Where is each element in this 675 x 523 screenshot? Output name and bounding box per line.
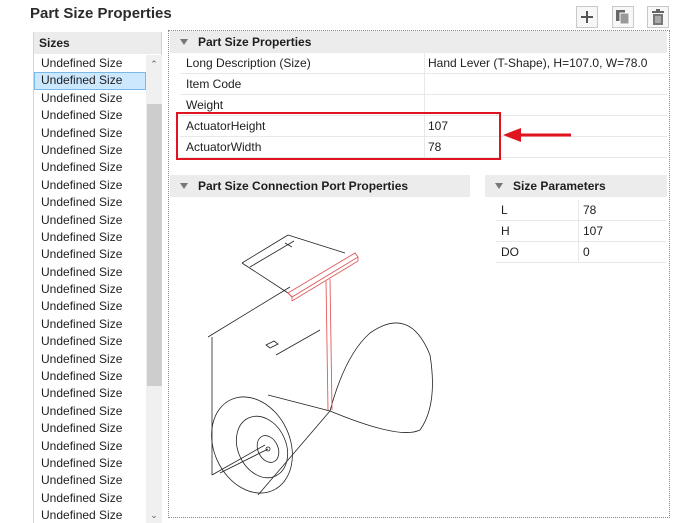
- add-size-button[interactable]: [576, 6, 598, 28]
- sizes-list-item[interactable]: Undefined Size: [34, 507, 146, 523]
- parameter-value[interactable]: 0: [579, 242, 666, 262]
- copy-icon: [616, 10, 630, 25]
- sizes-panel: Sizes Undefined Size Undefined Size Undefi…: [33, 32, 162, 523]
- parameter-key: L: [496, 200, 579, 220]
- collapse-caret-icon[interactable]: [180, 183, 188, 189]
- sizes-list-item[interactable]: Undefined Size: [34, 420, 146, 437]
- sizes-list-item[interactable]: Undefined Size: [34, 159, 146, 176]
- sizes-list-item[interactable]: Undefined Size: [34, 368, 146, 385]
- sizes-list-item[interactable]: Undefined Size: [34, 125, 146, 142]
- sizes-list-item[interactable]: Undefined Size: [34, 403, 146, 420]
- sizes-list-item[interactable]: Undefined Size: [34, 472, 146, 489]
- sizes-list-item[interactable]: Undefined Size: [34, 246, 146, 263]
- sizes-list-item[interactable]: Undefined Size: [34, 316, 146, 333]
- property-key: Item Code: [180, 74, 425, 94]
- annotation-highlight-box: [176, 112, 501, 160]
- parameter-key: H: [496, 221, 579, 241]
- annotation-arrow-icon: [503, 128, 571, 142]
- hand-lever-drawing: [207, 234, 433, 496]
- sizes-list-item[interactable]: Undefined Size: [34, 212, 146, 229]
- parameter-row[interactable]: L 78: [496, 200, 666, 221]
- sizes-list-item[interactable]: Undefined Size: [34, 229, 146, 246]
- sizes-list-item[interactable]: Undefined Size: [34, 194, 146, 211]
- sizes-list-item[interactable]: Undefined Size: [34, 177, 146, 194]
- properties-section-title: Part Size Properties: [198, 35, 312, 49]
- sizes-scrollbar-thumb[interactable]: [147, 104, 162, 386]
- size-parameters-section-title: Size Parameters: [513, 179, 606, 193]
- sizes-list-item[interactable]: Undefined Size: [34, 72, 146, 90]
- page-title: Part Size Properties: [30, 5, 172, 22]
- property-row[interactable]: Long Description (Size) Hand Lever (T-Sh…: [180, 53, 667, 74]
- sizes-list-item[interactable]: Undefined Size: [34, 90, 146, 107]
- sizes-list-item[interactable]: Undefined Size: [34, 107, 146, 124]
- plus-icon: [581, 11, 593, 23]
- sizes-list-item[interactable]: Undefined Size: [34, 281, 146, 298]
- property-value[interactable]: [425, 74, 667, 94]
- sizes-list-item[interactable]: Undefined Size: [34, 455, 146, 472]
- sizes-list-item[interactable]: Undefined Size: [34, 385, 146, 402]
- properties-section-header[interactable]: Part Size Properties: [170, 31, 667, 53]
- sizes-list-item[interactable]: Undefined Size: [34, 333, 146, 350]
- connection-ports-section-header[interactable]: Part Size Connection Port Properties: [170, 175, 470, 197]
- delete-size-button[interactable]: [647, 6, 669, 28]
- sizes-list-item[interactable]: Undefined Size: [34, 55, 146, 72]
- copy-size-button[interactable]: [612, 6, 634, 28]
- parameter-value[interactable]: 78: [579, 200, 666, 220]
- chevron-up-icon[interactable]: ⌃: [146, 56, 162, 72]
- parameter-row[interactable]: DO 0: [496, 242, 666, 263]
- sizes-list-item[interactable]: Undefined Size: [34, 298, 146, 315]
- trash-icon: [652, 9, 664, 25]
- collapse-caret-icon[interactable]: [495, 183, 503, 189]
- connection-ports-section-title: Part Size Connection Port Properties: [198, 179, 409, 193]
- property-value[interactable]: Hand Lever (T-Shape), H=107.0, W=78.0: [425, 53, 667, 73]
- parameter-value[interactable]: 107: [579, 221, 666, 241]
- parameter-key: DO: [496, 242, 579, 262]
- chevron-down-icon[interactable]: ⌄: [146, 507, 162, 523]
- property-row[interactable]: Item Code: [180, 74, 667, 95]
- parameter-row[interactable]: H 107: [496, 221, 666, 242]
- collapse-caret-icon[interactable]: [180, 39, 188, 45]
- sizes-list: Undefined Size Undefined Size Undefined Si…: [34, 55, 146, 523]
- sizes-list-item[interactable]: Undefined Size: [34, 438, 146, 455]
- sizes-list-item[interactable]: Undefined Size: [34, 264, 146, 281]
- size-parameters-section-header[interactable]: Size Parameters: [485, 175, 667, 197]
- property-key: Long Description (Size): [180, 53, 425, 73]
- sizes-header: Sizes: [34, 32, 161, 54]
- size-parameters-grid: L 78 H 107 DO 0: [496, 200, 666, 263]
- sizes-list-item[interactable]: Undefined Size: [34, 351, 146, 368]
- sizes-list-item[interactable]: Undefined Size: [34, 142, 146, 159]
- sizes-list-item[interactable]: Undefined Size: [34, 490, 146, 507]
